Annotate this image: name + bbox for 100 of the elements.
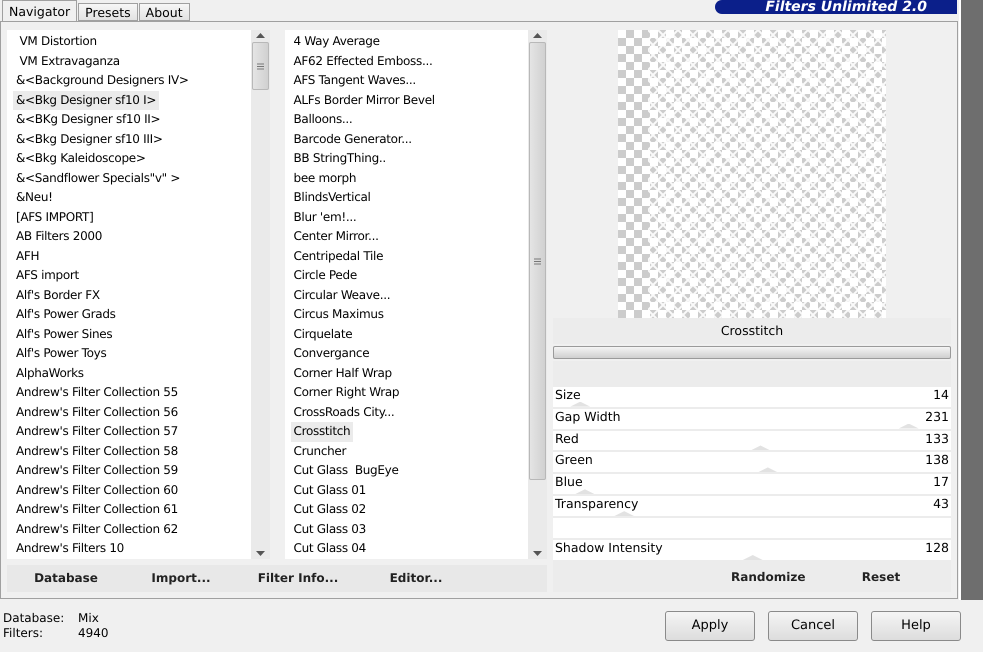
list-item[interactable]: Convergance: [290, 344, 372, 364]
list-item[interactable]: Alf's Power Toys: [13, 344, 110, 364]
parameter-value: 138: [925, 453, 949, 468]
list-item[interactable]: &<Bkg Kaleidoscope>: [13, 149, 149, 168]
toolbar-button[interactable]: Filter Info...: [237, 570, 359, 586]
scroll-up-icon[interactable]: [533, 33, 542, 38]
list-item[interactable]: Alf's Border FX: [13, 286, 103, 305]
list-item[interactable]: Andrew's Filter Collection 59: [13, 461, 181, 480]
list-item[interactable]: Circular Weave...: [290, 286, 394, 305]
parameter-label: Size: [555, 388, 581, 402]
parameter-value: 231: [925, 410, 949, 424]
list-item[interactable]: Andrew's Filter Collection 56: [13, 402, 181, 422]
list-item[interactable]: AlphaWorks: [13, 364, 87, 383]
list-item[interactable]: Alf's Power Grads: [13, 305, 119, 324]
list-item[interactable]: Center Mirror...: [290, 227, 382, 246]
list-item[interactable]: Cut Glass 04: [290, 539, 369, 558]
list-item[interactable]: AB Filters 2000: [13, 227, 106, 246]
list-item[interactable]: Andrew's Filter Collection 55: [13, 383, 181, 402]
status-label: Database:: [3, 610, 66, 626]
list-item[interactable]: Circle Pede: [290, 266, 360, 286]
tab[interactable]: Presets: [78, 3, 138, 21]
list-item[interactable]: Cut Glass BugEye: [290, 461, 402, 480]
list-item[interactable]: &<BKg Designer sf10 II>: [13, 110, 164, 130]
parameter-slider[interactable]: Transparency 43: [553, 496, 951, 518]
list-item[interactable]: AFH: [13, 246, 42, 266]
list-item[interactable]: VM Distortion: [13, 32, 100, 52]
parameter-slider[interactable]: Shadow Intensity 128: [553, 540, 951, 562]
status-value: Mix: [78, 610, 100, 626]
list-item[interactable]: [AFS IMPORT]: [13, 208, 96, 227]
list-item[interactable]: Alf's Power Sines: [13, 324, 116, 344]
list-item[interactable]: CrossRoads City...: [290, 402, 398, 422]
parameter-slider[interactable]: Size 14: [553, 386, 951, 409]
action-button[interactable]: Randomize: [725, 568, 805, 585]
dialog-button[interactable]: Help: [871, 610, 961, 640]
dialog-button[interactable]: Apply: [665, 610, 755, 640]
list-item[interactable]: AFS Tangent Waves...: [290, 71, 419, 90]
list-item[interactable]: Andrew's Filter Collection 60: [13, 480, 181, 500]
parameter-label: Transparency: [555, 497, 638, 512]
list-item[interactable]: Andrew's Filter Collection 58: [13, 442, 181, 461]
list-item[interactable]: &<Bkg Designer sf10 I>: [13, 90, 160, 110]
list-item[interactable]: Cirquelate: [290, 324, 356, 344]
parameter-value: 128: [925, 541, 949, 556]
parameter-label: Shadow Intensity: [555, 541, 663, 556]
list-item[interactable]: Circus Maximus: [290, 305, 387, 324]
toolbar-button[interactable]: Import...: [125, 570, 237, 586]
list-item[interactable]: Blur 'em!...: [290, 208, 360, 227]
tab[interactable]: About: [138, 3, 190, 21]
parameter-label: Blue: [555, 475, 583, 490]
list-item[interactable]: Andrew's Filters 10: [13, 539, 128, 558]
grip-icon: [534, 258, 541, 264]
toolbar-button[interactable]: Database: [7, 570, 125, 586]
parameter-slider[interactable]: Red 133: [553, 430, 951, 452]
filter-title: Crosstitch: [553, 318, 951, 344]
list-item[interactable]: Balloons...: [290, 110, 356, 130]
list-item[interactable]: AF62 Effected Emboss...: [290, 52, 436, 71]
scroll-down-icon[interactable]: [533, 550, 542, 556]
scrollbar[interactable]: [528, 30, 547, 558]
status-label: Filters:: [3, 626, 44, 640]
list-item[interactable]: ALFs Border Mirror Bevel: [290, 90, 438, 110]
list-item[interactable]: Barcode Generator...: [290, 130, 415, 149]
list-item[interactable]: bee morph: [290, 168, 360, 188]
parameter-value: 43: [933, 497, 949, 512]
logo: Filters Unlimited 2.0: [715, 0, 957, 14]
list-item[interactable]: &<Background Designers IV>: [13, 71, 192, 90]
scroll-up-icon[interactable]: [256, 33, 264, 38]
list-item[interactable]: &<Sandflower Specials"v" >: [13, 168, 184, 188]
list-item[interactable]: Cut Glass 03: [290, 520, 369, 539]
toolbar-button[interactable]: Editor...: [359, 570, 473, 586]
list-item[interactable]: Andrew's Filter Collection 61: [13, 500, 181, 520]
list-item[interactable]: BB StringThing..: [290, 149, 389, 168]
tab[interactable]: Navigator: [2, 0, 78, 21]
list-item[interactable]: Cruncher: [290, 442, 350, 461]
list-item[interactable]: Centripedal Tile: [290, 246, 386, 266]
list-item[interactable]: Crosstitch: [290, 422, 354, 442]
parameter-slider[interactable]: Gap Width 231: [553, 408, 951, 431]
list-item[interactable]: Andrew's Filter Collection 62: [13, 520, 181, 539]
list-item[interactable]: &<Bkg Designer sf10 III>: [13, 130, 166, 149]
parameter-label: Gap Width: [555, 410, 621, 424]
action-button[interactable]: Reset: [841, 568, 921, 585]
scroll-down-icon[interactable]: [256, 550, 264, 556]
list-item[interactable]: VM Extravaganza: [13, 52, 123, 71]
parameter-value: 17: [933, 475, 949, 490]
list-item[interactable]: AFS import: [13, 266, 82, 286]
list-item[interactable]: BlindsVertical: [290, 188, 374, 208]
parameter-label: Red: [555, 432, 579, 446]
scroll-thumb[interactable]: [252, 42, 268, 90]
scrollbar[interactable]: [250, 30, 270, 558]
list-item[interactable]: Corner Right Wrap: [290, 383, 402, 402]
list-item[interactable]: Corner Half Wrap: [290, 364, 395, 383]
dialog-button[interactable]: Cancel: [768, 610, 858, 640]
list-item[interactable]: Cut Glass 01: [290, 480, 369, 500]
parameter-slider[interactable]: Green 138: [553, 452, 951, 474]
list-item[interactable]: Andrew's Filter Collection 57: [13, 422, 181, 442]
parameter-slider[interactable]: Blue 17: [553, 474, 951, 496]
list-item[interactable]: Cut Glass 02: [290, 500, 369, 520]
parameter-value: 133: [925, 432, 949, 446]
status-value: 4940: [78, 626, 109, 640]
list-item[interactable]: 4 Way Average: [290, 32, 383, 52]
list-item[interactable]: &Neu!: [13, 188, 56, 208]
scroll-thumb[interactable]: [529, 42, 546, 480]
